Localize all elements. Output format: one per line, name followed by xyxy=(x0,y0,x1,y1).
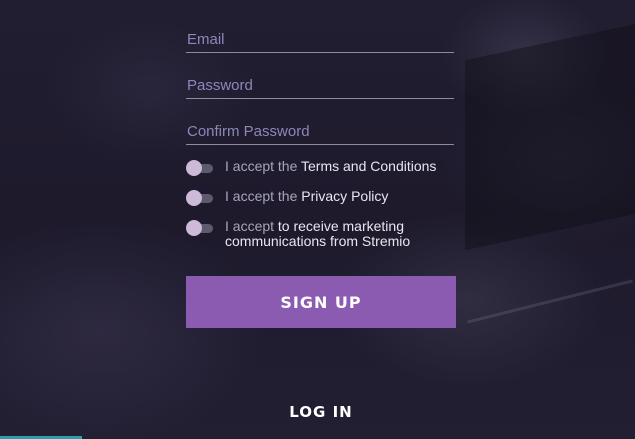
signup-button[interactable]: SIGN UP xyxy=(186,276,456,328)
email-field[interactable] xyxy=(186,26,455,52)
password-field[interactable] xyxy=(186,72,455,98)
email-field-container xyxy=(186,26,455,53)
terms-link[interactable]: Terms and Conditions xyxy=(301,158,436,174)
terms-consent: I accept the Terms and Conditions xyxy=(186,159,456,176)
privacy-prefix: I accept the xyxy=(225,188,302,204)
marketing-consent: I accept to receive marketing communicat… xyxy=(186,219,456,249)
terms-label: I accept the Terms and Conditions xyxy=(225,159,445,174)
background-laptop xyxy=(465,19,635,251)
marketing-label: I accept to receive marketing communicat… xyxy=(225,219,445,249)
privacy-link[interactable]: Privacy Policy xyxy=(301,188,388,204)
marketing-prefix: I accept xyxy=(225,218,278,234)
toggle-knob xyxy=(186,220,202,236)
confirm-password-field[interactable] xyxy=(186,118,455,144)
terms-toggle[interactable] xyxy=(186,160,214,176)
login-button[interactable]: LOG IN xyxy=(186,398,456,426)
toggle-knob xyxy=(186,160,202,176)
privacy-toggle[interactable] xyxy=(186,190,214,206)
terms-prefix: I accept the xyxy=(225,158,302,174)
background-laptop-edge xyxy=(467,279,633,324)
confirm-password-field-container xyxy=(186,118,455,145)
privacy-consent: I accept the Privacy Policy xyxy=(186,189,456,206)
marketing-toggle[interactable] xyxy=(186,220,214,236)
password-field-container xyxy=(186,72,455,99)
privacy-label: I accept the Privacy Policy xyxy=(225,189,445,204)
toggle-knob xyxy=(186,190,202,206)
